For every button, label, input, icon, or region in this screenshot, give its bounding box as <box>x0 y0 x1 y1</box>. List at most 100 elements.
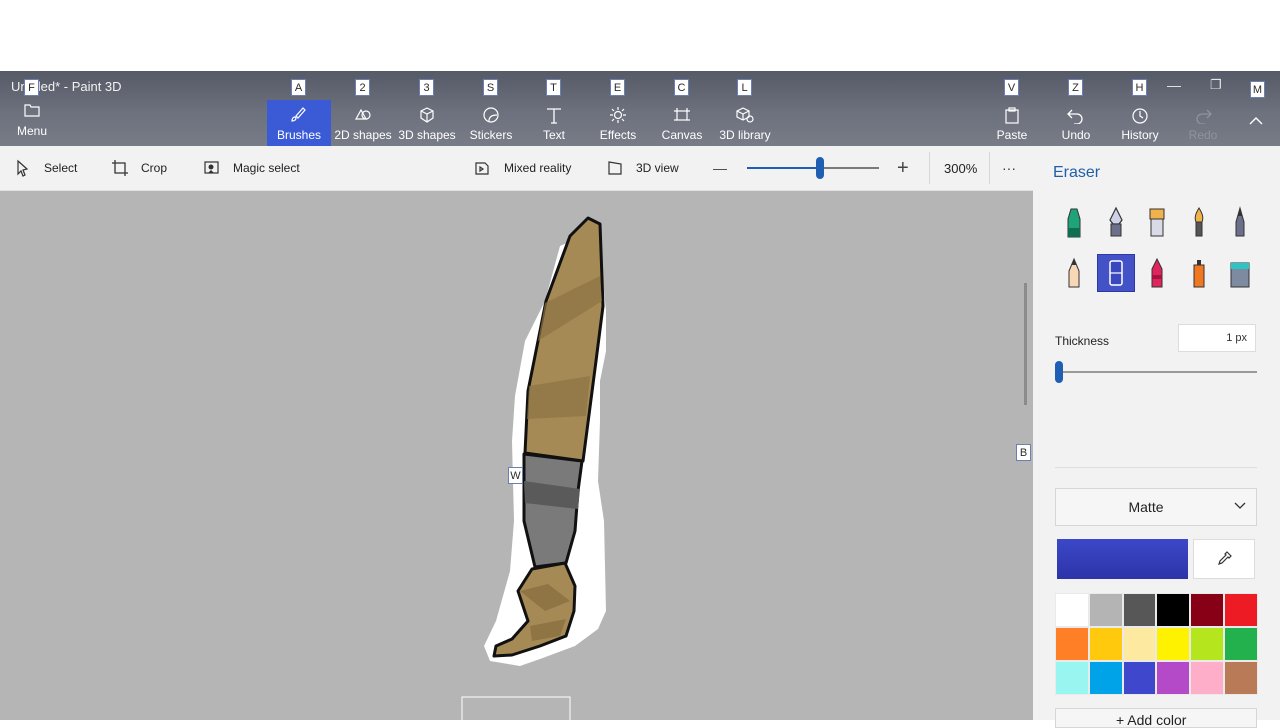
undo-button[interactable]: Undo <box>1044 100 1108 146</box>
brush-eraser[interactable] <box>1096 254 1135 292</box>
3d-view-button[interactable]: 3D view <box>606 146 679 190</box>
brush-icon <box>291 107 306 122</box>
history-button[interactable]: History <box>1108 100 1172 146</box>
tool-text[interactable]: Text <box>522 100 586 146</box>
zoom-slider-thumb[interactable] <box>815 157 824 179</box>
color-swatch[interactable] <box>1122 661 1157 695</box>
color-swatch[interactable] <box>1055 661 1089 695</box>
keytip-brushes: A <box>291 79 306 96</box>
tool-label: Paste <box>996 128 1028 142</box>
thickness-input[interactable]: 1 px <box>1178 324 1256 352</box>
zoom-out-button[interactable]: — <box>713 146 727 190</box>
restore-button[interactable]: ❐ <box>1210 77 1222 93</box>
brush-pixel-pen[interactable] <box>1221 203 1259 241</box>
brush-calligraphy-pen[interactable] <box>1097 203 1135 241</box>
collapse-ribbon-button[interactable] <box>1249 113 1263 129</box>
tool-label: Text <box>542 128 565 142</box>
panel-title: Eraser <box>1053 164 1101 181</box>
zoom-slider[interactable] <box>747 146 879 190</box>
brush-crayon[interactable] <box>1138 254 1176 292</box>
keytip-stickers: S <box>483 79 498 96</box>
color-swatch[interactable] <box>1122 627 1157 661</box>
keytip-undo: Z <box>1068 79 1083 96</box>
tool-label: Undo <box>1061 128 1091 142</box>
folder-icon <box>24 104 40 117</box>
magic-select-icon <box>204 161 219 174</box>
sticker-icon <box>483 107 499 123</box>
2d-shapes-icon <box>354 108 371 120</box>
tool-canvas[interactable]: Canvas <box>650 100 714 146</box>
toolbar-divider-2 <box>989 152 990 184</box>
keytip-text: T <box>546 79 561 96</box>
cursor-icon <box>17 159 29 177</box>
color-swatch[interactable] <box>1156 627 1191 661</box>
canvas-area[interactable]: W B <box>0 191 1033 720</box>
thickness-slider-thumb[interactable] <box>1055 361 1063 383</box>
brush-fill-bucket[interactable] <box>1221 254 1259 292</box>
brush-spray-can[interactable] <box>1180 254 1218 292</box>
brush-marker[interactable] <box>1055 203 1093 241</box>
keytip-menu: F <box>24 79 39 96</box>
color-swatch[interactable] <box>1055 627 1089 661</box>
crop-tool[interactable]: Crop <box>111 146 167 190</box>
keytip-collapse: M <box>1250 81 1265 98</box>
3d-view-label: 3D view <box>636 161 679 175</box>
tool-label: Effects <box>599 128 637 142</box>
current-color-swatch[interactable] <box>1057 539 1188 579</box>
canvas-drawing[interactable] <box>0 191 1033 720</box>
color-swatch[interactable] <box>1122 593 1157 627</box>
color-swatch[interactable] <box>1223 627 1258 661</box>
magic-select-label: Magic select <box>233 161 300 175</box>
minimize-button[interactable]: — <box>1167 77 1181 93</box>
color-swatch[interactable] <box>1190 661 1224 695</box>
brush-oil-brush[interactable] <box>1138 203 1176 241</box>
color-swatch[interactable] <box>1190 593 1224 627</box>
add-color-button[interactable]: + Add color <box>1055 708 1257 728</box>
brush-watercolor[interactable] <box>1180 203 1218 241</box>
tool-effects[interactable]: Effects <box>586 100 650 146</box>
menu-button[interactable]: Menu <box>10 103 54 143</box>
mixed-reality-label: Mixed reality <box>504 161 572 175</box>
tool-3d-library[interactable]: 3D library <box>713 100 777 146</box>
tool-label: Stickers <box>469 128 513 142</box>
color-swatch[interactable] <box>1156 593 1191 627</box>
color-swatch[interactable] <box>1088 661 1123 695</box>
color-swatch[interactable] <box>1223 593 1258 627</box>
tool-stickers[interactable]: Stickers <box>459 100 523 146</box>
watercolor-icon <box>1194 207 1203 237</box>
color-swatch[interactable] <box>1156 661 1191 695</box>
zoom-level[interactable]: 300% <box>944 146 977 190</box>
color-swatch[interactable] <box>1055 593 1089 627</box>
mixed-reality-button[interactable]: Mixed reality <box>474 146 571 190</box>
canvas-icon <box>674 108 690 121</box>
brush-pencil[interactable] <box>1055 254 1093 292</box>
finish-dropdown[interactable]: Matte <box>1055 488 1257 526</box>
color-swatch[interactable] <box>1088 627 1123 661</box>
tool-label: History <box>1121 128 1159 142</box>
zoom-in-button[interactable]: + <box>897 146 909 190</box>
tool-brushes[interactable]: Brushes <box>267 100 331 146</box>
undo-icon <box>1067 109 1083 124</box>
top-blank-band <box>0 0 1280 71</box>
more-options-button[interactable]: ··· <box>1002 146 1016 190</box>
thickness-slider-track[interactable] <box>1057 371 1257 373</box>
magic-select-tool[interactable]: Magic select <box>203 146 300 190</box>
side-panel: Eraser Thickness 1 px Matte + Add color <box>1033 146 1280 728</box>
menu-label: Menu <box>16 124 48 138</box>
color-palette <box>1055 593 1258 695</box>
tool-2d-shapes[interactable]: 2D shapes <box>331 100 395 146</box>
eyedropper-button[interactable] <box>1193 539 1255 579</box>
color-swatch[interactable] <box>1223 661 1258 695</box>
select-tool[interactable]: Select <box>14 146 77 190</box>
paste-button[interactable]: Paste <box>980 100 1044 146</box>
keytip-effects: E <box>610 79 625 96</box>
keytip-canvas: W <box>508 467 523 484</box>
canvas-scrollbar[interactable] <box>1024 283 1027 405</box>
keytip-paste: V <box>1004 79 1019 96</box>
color-swatch[interactable] <box>1088 593 1123 627</box>
tool-3d-shapes[interactable]: 3D shapes <box>395 100 459 146</box>
color-swatch[interactable] <box>1190 627 1224 661</box>
pixel-pen-icon <box>1235 206 1245 237</box>
redo-button[interactable]: Redo <box>1171 100 1235 146</box>
add-color-label: + Add color <box>1116 712 1187 728</box>
